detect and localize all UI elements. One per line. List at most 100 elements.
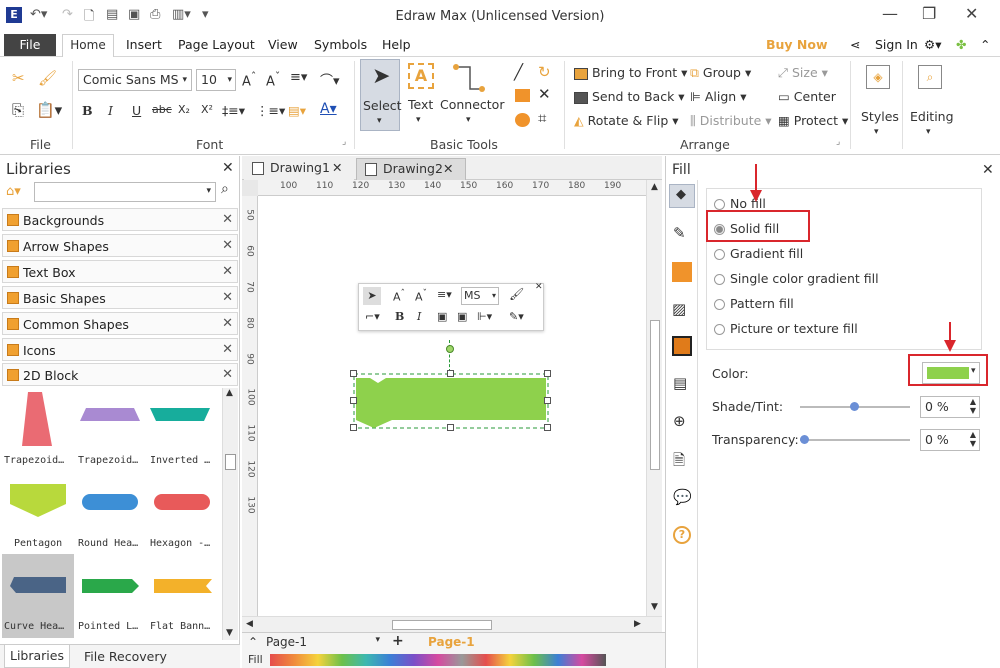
styles-button[interactable]: ◈ Styles ▾ xyxy=(858,61,899,143)
tab-libraries[interactable]: Libraries xyxy=(4,645,70,668)
settings-icon[interactable]: ⚙▾ xyxy=(924,37,941,52)
superscript-icon[interactable]: X² xyxy=(201,103,213,116)
page-tab[interactable]: Page-1 xyxy=(428,635,475,649)
close-icon[interactable]: ✕ xyxy=(222,264,233,279)
text-tool-button[interactable]: A Text ▾ xyxy=(404,59,436,131)
resize-handle[interactable] xyxy=(544,370,551,377)
group-button[interactable]: ⧉ Group ▾ xyxy=(690,65,751,81)
center-button[interactable]: ▭ Center xyxy=(778,89,836,104)
bold-icon[interactable]: B xyxy=(82,103,93,118)
connector-tool-button[interactable]: Connector ▾ xyxy=(440,59,504,131)
library-item-basic-shapes[interactable]: Basic Shapes ✕ xyxy=(2,286,238,309)
close-window-icon[interactable]: ✕ xyxy=(965,4,978,23)
library-item-backgrounds[interactable]: Backgrounds ✕ xyxy=(2,208,238,231)
arrange-dialog-launcher-icon[interactable]: ⌟ xyxy=(836,137,840,147)
bring-to-front-icon[interactable]: ▣ xyxy=(437,310,447,323)
ribbon-collapse-icon[interactable]: ⌃ xyxy=(980,37,990,52)
library-item-common-shapes[interactable]: Common Shapes ✕ xyxy=(2,312,238,335)
apps-icon[interactable]: ✤ xyxy=(956,37,966,52)
scroll-thumb[interactable] xyxy=(392,620,492,630)
resize-handle[interactable] xyxy=(447,370,454,377)
scroll-up-icon[interactable]: ▲ xyxy=(651,182,658,192)
close-icon[interactable]: ✕ xyxy=(222,316,233,331)
radio-gradient-fill[interactable] xyxy=(714,249,725,260)
radio-single-color-gradient-fill[interactable] xyxy=(714,274,725,285)
size-button[interactable]: ⤢ Size ▾ xyxy=(778,65,828,81)
tab-view[interactable]: View xyxy=(268,37,298,52)
indent-icon[interactable]: ⋮≡▾ xyxy=(256,103,285,118)
page-select[interactable]: Page-1 ▾ xyxy=(266,635,382,651)
help-icon[interactable]: ? xyxy=(673,526,691,544)
bold-icon[interactable]: B xyxy=(395,310,404,323)
paste-icon[interactable]: 📋▾ xyxy=(36,101,62,119)
align-button[interactable]: ⊫ Align ▾ xyxy=(690,89,746,104)
rotate-flip-button[interactable]: ◭ Rotate & Flip ▾ xyxy=(574,113,679,128)
round-head-shape[interactable] xyxy=(82,494,138,510)
radio-pattern-fill[interactable] xyxy=(714,299,725,310)
hexagon-shape[interactable] xyxy=(154,494,210,510)
flat-banner-shape[interactable] xyxy=(154,578,212,594)
shade-tint-input[interactable]: 0 % ▲ ▼ xyxy=(920,396,980,418)
sign-in-link[interactable]: Sign In xyxy=(875,37,918,52)
scroll-right-icon[interactable]: ▶ xyxy=(634,619,641,629)
home-library-icon[interactable]: ⌂▾ xyxy=(6,184,21,199)
rotation-handle[interactable] xyxy=(446,345,454,353)
resize-handle[interactable] xyxy=(350,397,357,404)
scroll-thumb[interactable] xyxy=(650,320,660,470)
bring-to-front-button[interactable]: Bring to Front ▾ xyxy=(574,65,687,80)
library-item-text-box[interactable]: Text Box ✕ xyxy=(2,260,238,283)
close-icon[interactable]: ✕ xyxy=(222,290,233,305)
resize-handle[interactable] xyxy=(350,424,357,431)
tab-drawing1[interactable]: Drawing1 ✕ xyxy=(244,158,354,180)
vertical-scrollbar[interactable]: ▲ ▼ xyxy=(646,180,662,616)
share-icon[interactable]: ⋖ xyxy=(850,37,860,52)
data-tab-icon[interactable]: ▤ xyxy=(673,374,687,392)
cross-tool-icon[interactable]: ✕ xyxy=(538,85,551,103)
curve-head-shape[interactable] xyxy=(10,576,68,594)
grow-font-icon[interactable]: Aˆ xyxy=(242,70,256,89)
shadow-tab-icon[interactable] xyxy=(672,262,692,282)
close-panel-icon[interactable]: ✕ xyxy=(982,162,994,178)
resize-handle[interactable] xyxy=(447,424,454,431)
layer-tab-icon[interactable] xyxy=(672,336,692,356)
shade-tint-knob[interactable] xyxy=(850,402,859,411)
mini-font-select[interactable]: MS ▾ xyxy=(461,287,499,305)
close-icon[interactable]: ✕ xyxy=(222,342,233,357)
underline-icon[interactable]: U xyxy=(132,103,141,118)
transparency-slider[interactable] xyxy=(800,439,910,441)
close-icon[interactable]: ✕ xyxy=(222,367,233,382)
tab-page-layout[interactable]: Page Layout xyxy=(178,37,255,52)
trapezoid-shape[interactable] xyxy=(80,408,140,422)
pointer-icon[interactable]: ➤ xyxy=(363,287,381,305)
resize-handle[interactable] xyxy=(350,370,357,377)
attachment-tab-icon[interactable]: 🗎 xyxy=(673,450,685,475)
image-tab-icon[interactable]: ▨ xyxy=(672,300,686,318)
fill-tab-icon[interactable]: ◆ xyxy=(669,184,695,208)
buy-now-link[interactable]: Buy Now xyxy=(766,37,828,52)
library-scrollbar[interactable]: ▲ ▼ xyxy=(222,388,238,640)
font-name-select[interactable]: Comic Sans MS ▾ xyxy=(78,69,192,91)
horizontal-scrollbar[interactable]: ◀ ▶ xyxy=(242,616,662,632)
close-icon[interactable]: ✕ xyxy=(535,282,543,292)
italic-icon[interactable]: I xyxy=(417,310,421,323)
connector-icon[interactable]: ⌐▾ xyxy=(365,310,380,323)
format-painter-icon[interactable]: ✂ xyxy=(12,69,25,87)
editing-button[interactable]: ⌕ Editing ▾ xyxy=(908,61,954,143)
tab-help[interactable]: Help xyxy=(382,37,411,52)
resize-handle[interactable] xyxy=(544,424,551,431)
subscript-icon[interactable]: X₂ xyxy=(178,103,190,116)
scroll-down-icon[interactable]: ▼ xyxy=(226,628,233,638)
close-libraries-icon[interactable]: ✕ xyxy=(222,160,234,176)
font-dialog-launcher-icon[interactable]: ⌟ xyxy=(342,137,346,147)
color-palette[interactable] xyxy=(270,654,606,666)
shrink-font-icon[interactable]: Aˇ xyxy=(266,70,280,89)
scroll-up-icon[interactable]: ▲ xyxy=(226,388,233,398)
selected-banner-shape[interactable] xyxy=(352,372,550,430)
radio-picture-texture-fill[interactable] xyxy=(714,324,725,335)
add-page-icon[interactable]: + xyxy=(392,633,404,649)
font-color-icon[interactable]: A▾ xyxy=(320,101,337,117)
hyperlink-tab-icon[interactable]: ⊕ xyxy=(673,412,686,430)
copy-icon[interactable]: ⎘ xyxy=(12,101,24,119)
grow-font-icon[interactable]: Aˆ xyxy=(393,288,405,304)
library-item-arrow-shapes[interactable]: Arrow Shapes ✕ xyxy=(2,234,238,257)
